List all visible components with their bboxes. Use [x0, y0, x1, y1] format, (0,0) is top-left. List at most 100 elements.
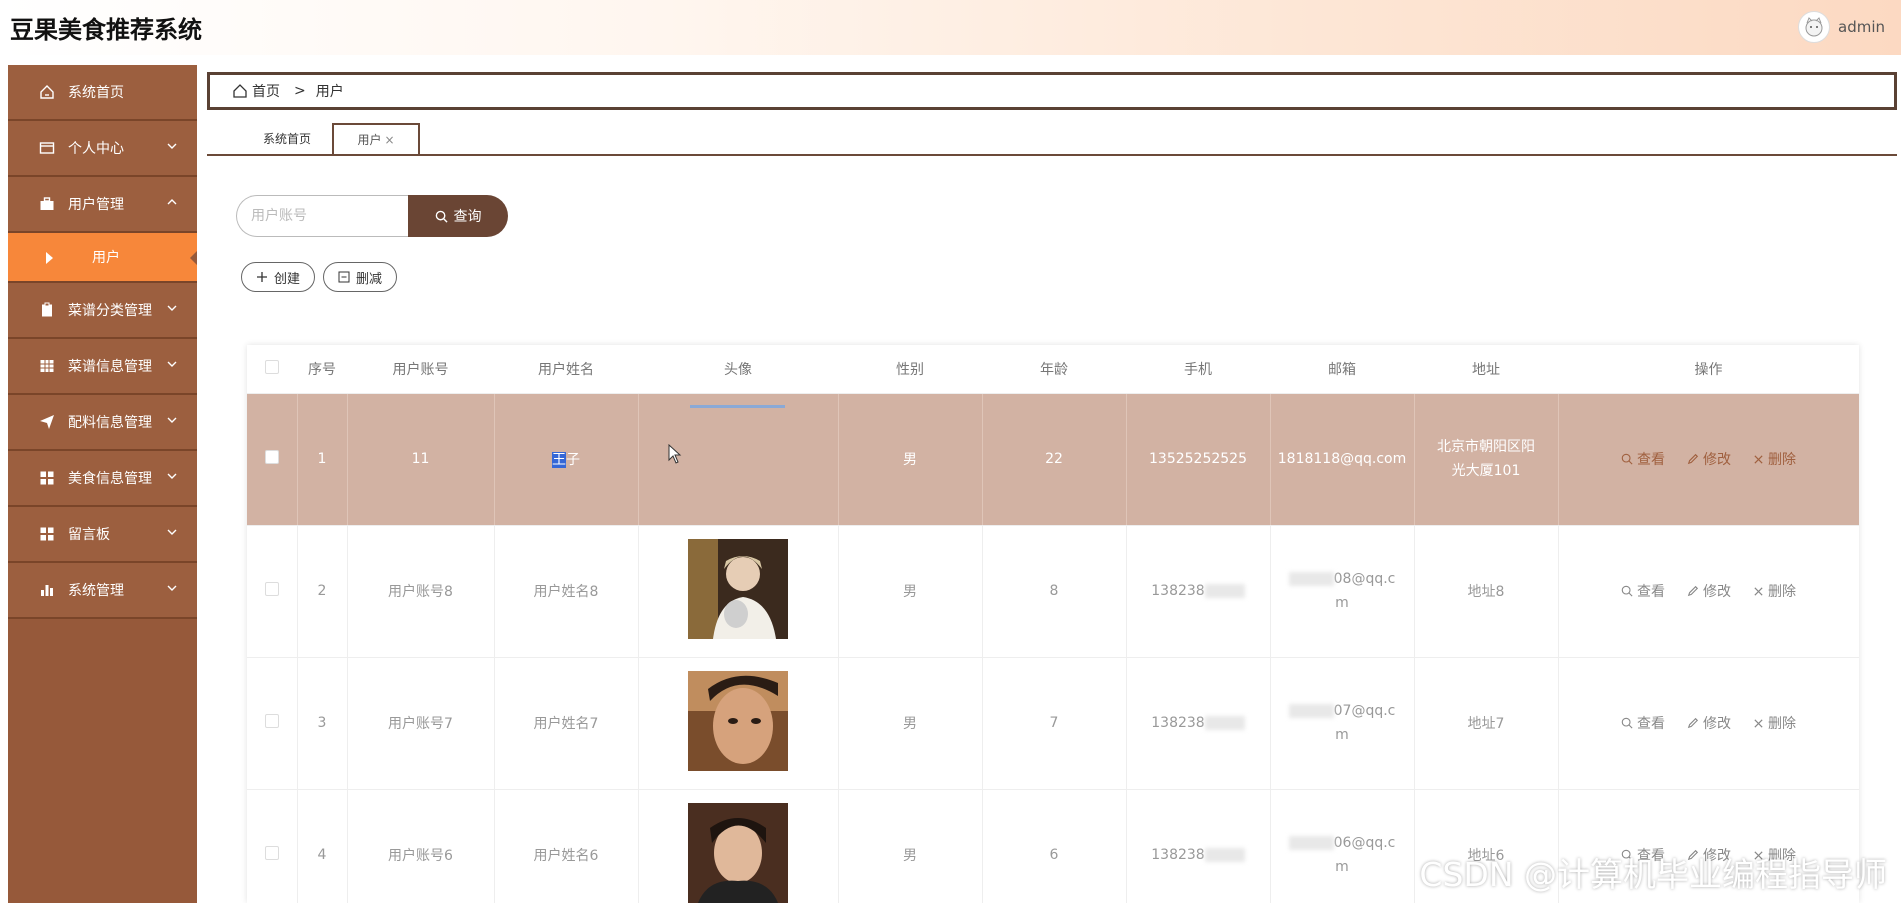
sidebar-item-label: 美食信息管理 [68, 471, 152, 487]
checkbox[interactable] [264, 846, 279, 860]
cell-name: 用户姓名7 [494, 657, 639, 790]
column-header: 用户账号 [347, 345, 494, 394]
sidebar-item-label: 用户管理 [68, 197, 124, 213]
cell-ops: 查看 修改 删除 [1558, 657, 1859, 790]
send-icon [38, 413, 56, 431]
row-select[interactable] [247, 525, 298, 658]
checkbox[interactable] [264, 714, 279, 728]
sidebar-item-recipe-info[interactable]: 菜谱信息管理 [8, 339, 197, 395]
home-icon [38, 83, 56, 101]
cell-age: 6 [982, 789, 1127, 903]
cell-address: 地址7 [1414, 657, 1559, 790]
column-header: 头像 [638, 345, 838, 394]
cell-ops: 查看 修改 删除 [1558, 393, 1859, 526]
cell-gender: 男 [838, 525, 983, 658]
cell-phone: 13525252525 [1126, 393, 1271, 526]
pencil-icon [1687, 717, 1699, 729]
batch-delete-button[interactable]: 删减 [323, 262, 398, 292]
select-all[interactable] [247, 345, 297, 394]
checkbox[interactable] [264, 450, 279, 464]
column-header: 地址 [1414, 345, 1558, 394]
search-input[interactable] [236, 195, 408, 237]
delete-label: 删除 [1768, 584, 1796, 600]
cell-avatar [638, 789, 839, 903]
delete-label: 删除 [1768, 716, 1796, 732]
sidebar-item-message-board[interactable]: 留言板 [8, 507, 197, 563]
create-button[interactable]: 创建 [241, 262, 316, 292]
column-header: 邮箱 [1270, 345, 1414, 394]
avatar-photo [688, 671, 788, 771]
cell-account: 用户账号6 [347, 789, 495, 903]
user-menu[interactable]: admin [1798, 11, 1885, 43]
tab-bar: 系统首页 用户 × [207, 120, 1897, 156]
close-icon [1754, 454, 1763, 464]
table-row[interactable]: 3 用户账号7 用户姓名7 男 7 138238 07@qq.c m 地址7 查… [247, 657, 1859, 790]
sidebar-item-ingredient-info[interactable]: 配料信息管理 [8, 395, 197, 451]
edit-button[interactable]: 修改 [1687, 449, 1731, 469]
sidebar-item-recipe-category[interactable]: 菜谱分类管理 [8, 283, 197, 339]
tab-users[interactable]: 用户 × [332, 123, 420, 154]
checkbox[interactable] [265, 359, 279, 374]
cell-index: 1 [297, 393, 348, 526]
edit-button[interactable]: 修改 [1687, 581, 1731, 601]
table-row[interactable]: 1 11 王子 男 22 13525252525 1818118@qq.com … [247, 393, 1859, 526]
checkbox[interactable] [264, 582, 279, 596]
cell-ops: 查看 修改 删除 [1558, 525, 1859, 658]
sidebar-item-food-info[interactable]: 美食信息管理 [8, 451, 197, 507]
username[interactable]: admin [1838, 18, 1885, 36]
cell-age: 7 [982, 657, 1127, 790]
cell-account: 11 [347, 393, 495, 526]
avatar[interactable] [1798, 11, 1830, 43]
view-button[interactable]: 查看 [1621, 581, 1665, 601]
sidebar-item-label: 菜谱分类管理 [68, 303, 152, 319]
search-icon [1621, 717, 1633, 729]
cell-phone: 138238 [1126, 525, 1271, 658]
triangle-right-icon [46, 252, 53, 264]
table-row[interactable]: 2 用户账号8 用户姓名8 男 8 138238 08@qq.c m 地址8 查… [247, 525, 1859, 658]
view-label: 查看 [1637, 716, 1665, 732]
breadcrumb-separator: > [294, 83, 306, 99]
sidebar-item-system-management[interactable]: 系统管理 [8, 563, 197, 619]
cell-account: 用户账号8 [347, 525, 495, 658]
view-button[interactable]: 查看 [1621, 713, 1665, 733]
table-header: 序号 用户账号 用户姓名 头像 性别 年龄 手机 邮箱 地址 操作 [247, 345, 1859, 394]
column-header: 序号 [297, 345, 347, 394]
redacted-blur [1288, 704, 1334, 718]
cell-address: 地址8 [1414, 525, 1559, 658]
column-header: 年龄 [982, 345, 1126, 394]
delete-button[interactable]: 删除 [1753, 581, 1796, 601]
cell-address: 北京市朝阳区阳光大厦101 [1414, 393, 1559, 526]
sidebar-item-personal[interactable]: 个人中心 [8, 121, 197, 177]
cell-avatar [638, 657, 839, 790]
sidebar-item-user-management[interactable]: 用户管理 [8, 177, 197, 233]
delete-button[interactable]: 删除 [1753, 713, 1796, 733]
delete-button[interactable]: 删除 [1753, 449, 1796, 469]
phone-prefix: 138238 [1151, 715, 1205, 731]
sidebar-item-home[interactable]: 系统首页 [8, 65, 197, 121]
redacted-blur [1288, 836, 1334, 850]
view-button[interactable]: 查看 [1621, 449, 1665, 469]
tab-home[interactable]: 系统首页 [237, 123, 337, 154]
chevron-down-icon [167, 417, 177, 423]
breadcrumb-current: 用户 [315, 84, 344, 100]
avatar-photo [688, 539, 788, 639]
row-select[interactable] [247, 393, 298, 526]
row-select[interactable] [247, 789, 298, 903]
edit-button[interactable]: 修改 [1687, 713, 1731, 733]
minus-box-icon [338, 271, 350, 283]
tab-label: 系统首页 [262, 132, 311, 146]
redacted-blur [1204, 716, 1245, 730]
phone-prefix: 138238 [1151, 847, 1205, 863]
search-button[interactable]: 查询 [408, 195, 508, 237]
phone-prefix: 138238 [1151, 583, 1205, 599]
close-icon[interactable]: × [384, 133, 394, 147]
sidebar-item-users[interactable]: 用户 [8, 233, 197, 283]
breadcrumb-home[interactable]: 首页 [252, 81, 280, 101]
cell-email: 06@qq.c m [1270, 789, 1415, 903]
chevron-down-icon [167, 143, 177, 149]
search-icon [1621, 453, 1633, 465]
row-select[interactable] [247, 657, 298, 790]
sidebar-item-label: 个人中心 [68, 141, 124, 157]
cell-index: 3 [297, 657, 348, 790]
cell-name: 王子 [494, 393, 639, 526]
